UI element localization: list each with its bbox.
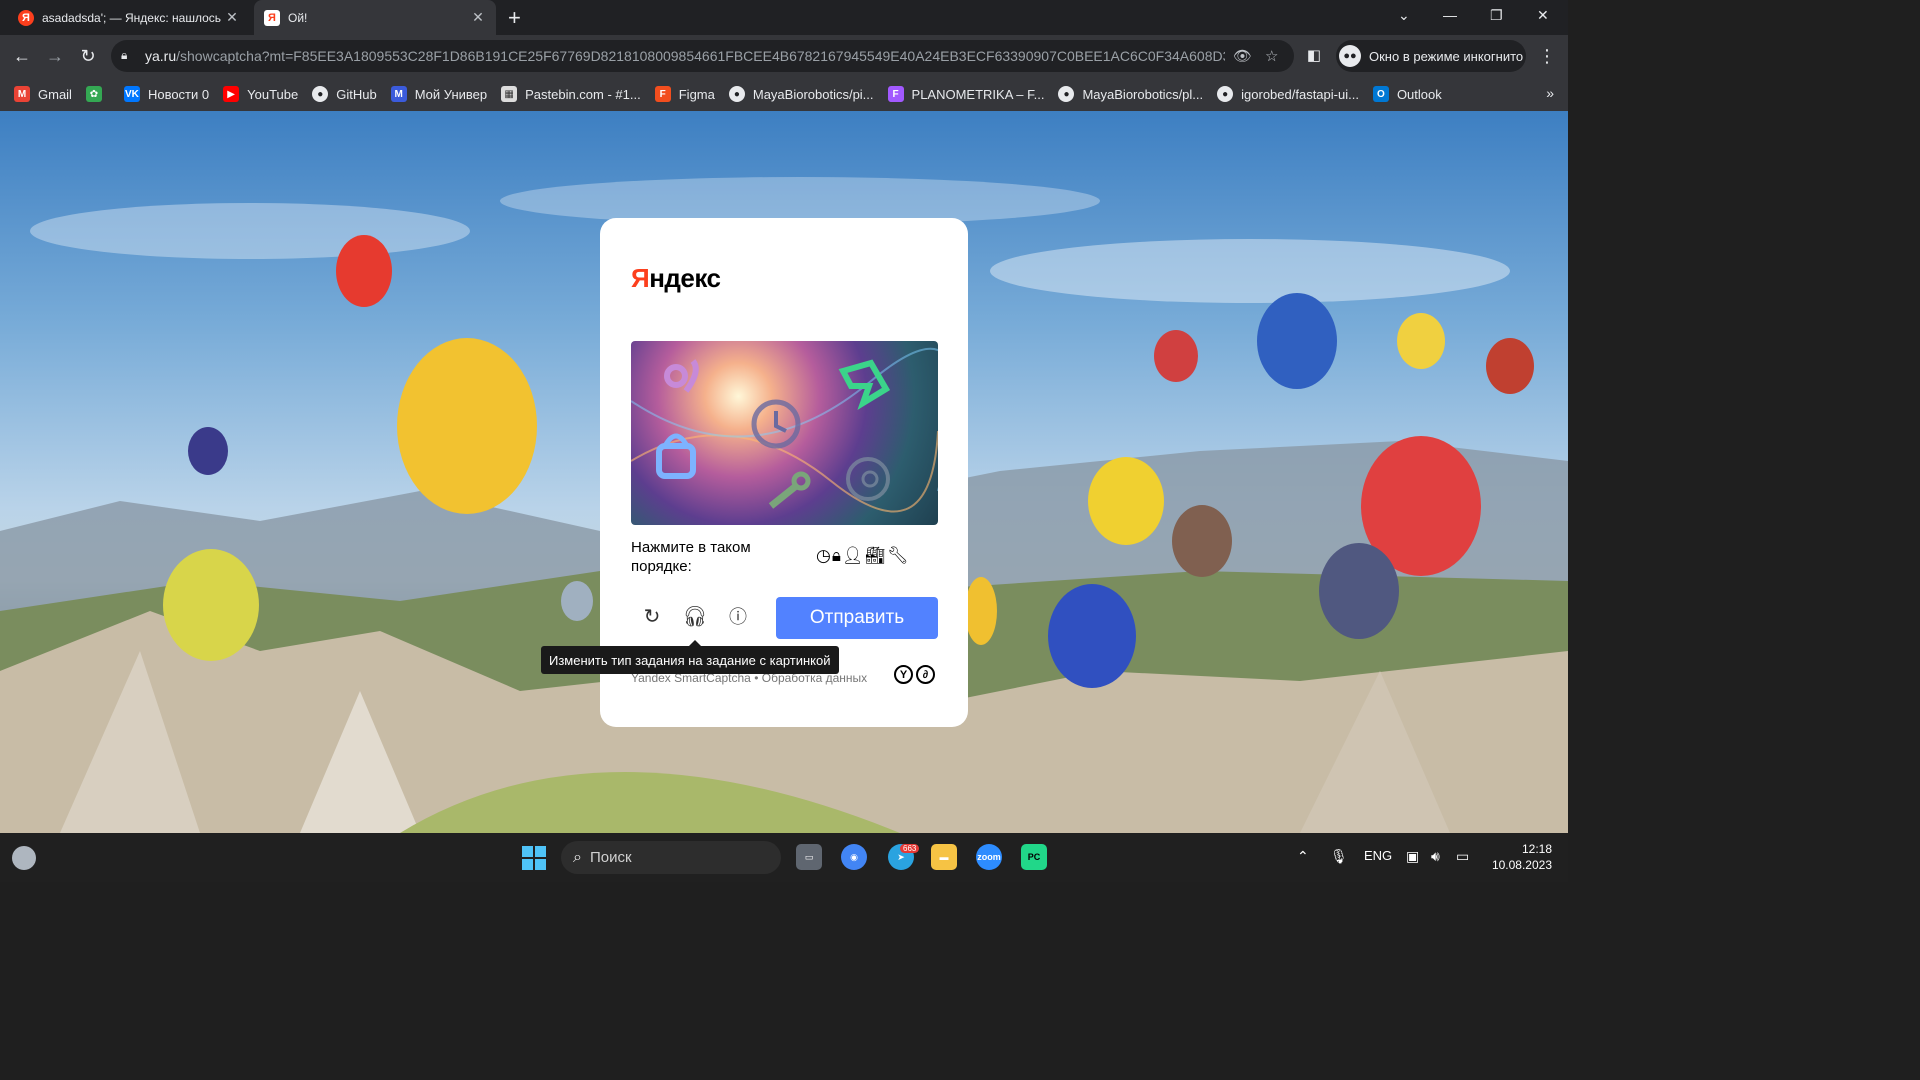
yandex-icon: Я bbox=[18, 9, 34, 26]
order-icons: ◷ 🔒︎ 👤︎ 🏭︎ 🔧︎ bbox=[816, 546, 909, 566]
refresh-icon[interactable]: ↻ bbox=[639, 604, 665, 630]
star-icon[interactable]: ☆ bbox=[1265, 47, 1278, 65]
date: 10.08.2023 bbox=[1491, 858, 1552, 872]
tray-chevron-icon[interactable]: ⌃ bbox=[1297, 848, 1309, 865]
yandex-logo: Яндекс bbox=[631, 263, 721, 293]
person-icon: 👤︎ bbox=[841, 546, 864, 565]
footer-logos: Y ∂ bbox=[894, 665, 935, 684]
reload-icon[interactable]: ↻ bbox=[76, 44, 100, 68]
tab-search-results[interactable]: Я asadadsda'; — Яндекс: нашлось ✕ bbox=[8, 0, 250, 35]
battery-icon[interactable]: ▭ bbox=[1456, 848, 1469, 865]
window-close-icon[interactable]: ✕ bbox=[1537, 7, 1549, 24]
incognito-indicator[interactable]: ●● Окно в режиме инкогнито bbox=[1336, 40, 1526, 72]
bookmark-figma[interactable]: F Figma bbox=[654, 86, 715, 102]
extension-icon: ✿ bbox=[85, 86, 102, 102]
bookmark-youtube[interactable]: ▶ YouTube bbox=[223, 86, 298, 102]
clock[interactable]: 12:18 10.08.2023 bbox=[1486, 841, 1552, 873]
incognito-icon: ●● bbox=[1339, 45, 1361, 67]
forward-icon[interactable]: → bbox=[43, 44, 67, 68]
bookmark-my-univer[interactable]: M Мой Универ bbox=[390, 86, 487, 102]
bookmark-fastapi[interactable]: ● igorobed/fastapi-ui... bbox=[1217, 86, 1359, 102]
task-view-icon[interactable]: ▭ bbox=[796, 844, 822, 870]
close-icon[interactable]: ✕ bbox=[468, 9, 488, 26]
figma-icon: F bbox=[654, 86, 671, 102]
github-icon: ● bbox=[1217, 86, 1234, 102]
bookmark-extension[interactable]: ✿ bbox=[85, 86, 110, 102]
univer-icon: M bbox=[390, 86, 407, 102]
telegram-badge: 663 bbox=[900, 844, 920, 853]
bookmarks-bar: M Gmail ✿ VK Новости 0 ▶ YouTube ● GitHub MМ… bbox=[0, 77, 1568, 112]
captcha-decoy-circle-icon[interactable] bbox=[846, 457, 890, 501]
yandex-icon: Я bbox=[264, 9, 280, 26]
search-label: Поиск bbox=[589, 849, 632, 866]
github-icon: ● bbox=[728, 86, 745, 102]
bookmark-outlook[interactable]: O Outlook bbox=[1372, 86, 1442, 102]
submit-button[interactable]: Отправить bbox=[776, 597, 938, 639]
bookmark-pastebin[interactable]: ▦ Pastebin.com - #1... bbox=[501, 86, 641, 102]
minimize-icon[interactable]: — bbox=[1443, 7, 1457, 23]
tab-search-chevron-icon[interactable]: ⌄ bbox=[1398, 7, 1410, 24]
github-icon: ● bbox=[1058, 86, 1075, 102]
incognito-label: Окно в режиме инкогнито bbox=[1369, 48, 1524, 64]
search-icon: ⌕ bbox=[573, 848, 582, 866]
captcha-symbol-wrench-icon[interactable] bbox=[768, 471, 811, 509]
wrench-icon: 🔧︎ bbox=[887, 546, 909, 565]
new-tab-button[interactable]: + bbox=[508, 5, 521, 31]
browser-toolbar: ← → ↻ 🔒︎ ya.ru/showcaptcha?mt=F85EE3A180… bbox=[0, 35, 1568, 77]
taskbar-search[interactable]: ⌕ Поиск bbox=[561, 841, 781, 874]
more-bookmarks-icon[interactable]: » bbox=[1546, 85, 1554, 101]
eye-off-icon[interactable]: 👁︎ bbox=[1233, 47, 1252, 65]
bookmark-vk-news[interactable]: VK Новости 0 bbox=[123, 86, 209, 102]
pastebin-icon: ▦ bbox=[501, 86, 518, 102]
vk-icon: VK bbox=[123, 86, 140, 102]
bookmark-maya-pi[interactable]: ● MayaBiorobotics/pi... bbox=[728, 86, 874, 102]
taskbar: ⌕ Поиск ▭ ◉ ➤ 663 ▬ zoom PC ⌃ 🎙︎ ENG ▣ 🔊… bbox=[0, 833, 1568, 882]
file-explorer-icon[interactable]: ▬ bbox=[931, 844, 957, 870]
outlook-icon: O bbox=[1372, 86, 1389, 102]
tab-captcha[interactable]: Я Ой! ✕ bbox=[254, 0, 496, 35]
bookmark-github[interactable]: ● GitHub bbox=[312, 86, 377, 102]
factory-icon: 🏭︎ bbox=[864, 546, 887, 565]
audio-switch-tooltip: Изменить тип задания на задание с картин… bbox=[541, 640, 839, 674]
headphones-icon[interactable]: 🎧︎ bbox=[682, 604, 708, 630]
url-text[interactable]: ya.ru/showcaptcha?mt=F85EE3A1809553C28F1… bbox=[145, 48, 1225, 64]
yandex-y-icon: Y bbox=[894, 665, 913, 684]
captcha-image-art bbox=[631, 347, 938, 513]
language-indicator[interactable]: ENG bbox=[1364, 848, 1392, 863]
weather-icon[interactable] bbox=[12, 846, 36, 870]
clock-icon: ◷ bbox=[816, 546, 831, 565]
menu-icon[interactable]: ⋮ bbox=[1535, 44, 1559, 68]
bookmark-planometrika[interactable]: F PLANOMETRIKA – F... bbox=[887, 86, 1044, 102]
start-button[interactable] bbox=[522, 846, 546, 870]
side-panel-icon[interactable]: ◧ bbox=[1302, 44, 1326, 68]
maximize-icon[interactable]: ❐ bbox=[1490, 7, 1503, 24]
lock-icon[interactable]: 🔒︎ bbox=[121, 48, 127, 63]
tab-title: Ой! bbox=[288, 10, 308, 25]
microphone-icon[interactable]: 🎙︎ bbox=[1330, 848, 1348, 865]
pycharm-icon[interactable]: PC bbox=[1021, 844, 1047, 870]
close-icon[interactable]: ✕ bbox=[222, 9, 242, 26]
volume-icon[interactable]: 🔊︎ bbox=[1431, 848, 1440, 865]
chrome-icon[interactable]: ◉ bbox=[841, 844, 867, 870]
lock-icon: 🔒︎ bbox=[831, 546, 841, 565]
time: 12:18 bbox=[1521, 842, 1552, 856]
youtube-icon: ▶ bbox=[223, 86, 240, 102]
captcha-symbol-clock-icon[interactable] bbox=[751, 399, 801, 449]
figma-icon: F bbox=[887, 86, 904, 102]
tab-strip: Я asadadsda'; — Яндекс: нашлось ✕ Я Ой! … bbox=[0, 0, 1568, 35]
info-icon[interactable]: ⓘ bbox=[725, 604, 751, 630]
back-icon[interactable]: ← bbox=[10, 44, 34, 68]
tab-title: asadadsda'; — Яндекс: нашлось bbox=[42, 10, 222, 25]
captcha-symbol-person-icon[interactable] bbox=[664, 359, 699, 393]
github-icon: ● bbox=[312, 86, 329, 102]
captcha-image[interactable] bbox=[631, 341, 938, 525]
captcha-instruction: Нажмите в таком порядке: bbox=[631, 539, 751, 575]
bookmark-maya-pl[interactable]: ● MayaBiorobotics/pl... bbox=[1058, 86, 1203, 102]
network-icon[interactable]: ▣ bbox=[1406, 848, 1419, 865]
bookmark-gmail[interactable]: M Gmail bbox=[14, 86, 72, 102]
address-bar[interactable]: 🔒︎ ya.ru/showcaptcha?mt=F85EE3A1809553C2… bbox=[111, 40, 1294, 72]
smartcaptcha-logo-icon: ∂ bbox=[916, 665, 935, 684]
zoom-icon[interactable]: zoom bbox=[976, 844, 1002, 870]
gmail-icon: M bbox=[14, 86, 30, 102]
